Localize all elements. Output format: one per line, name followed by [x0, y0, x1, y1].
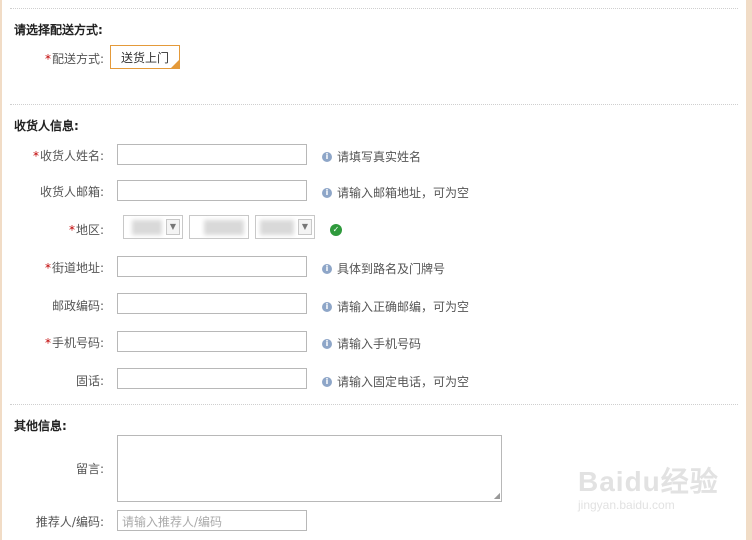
- district-select[interactable]: ▼: [255, 215, 315, 239]
- region-label: *地区:: [68, 223, 104, 237]
- mobile-hint: i 请输入手机号码: [322, 335, 421, 352]
- referrer-input[interactable]: 请输入推荐人/编码: [117, 510, 307, 531]
- divider: [10, 104, 738, 105]
- obscured-value: [204, 220, 244, 235]
- divider: [10, 8, 738, 9]
- info-icon: i: [322, 376, 332, 387]
- postcode-hint: i 请输入正确邮编，可为空: [322, 298, 469, 315]
- page-frame-right: [746, 0, 752, 540]
- obscured-value: [132, 220, 162, 235]
- selected-corner-icon: [171, 60, 179, 68]
- referrer-label: 推荐人/编码:: [35, 515, 104, 529]
- shipping-section-title: 请选择配送方式:: [14, 23, 103, 37]
- postcode-input[interactable]: [117, 293, 307, 314]
- info-icon: i: [322, 338, 332, 349]
- shipping-method-label: *配送方式:: [44, 52, 104, 66]
- phone-hint: i 请输入固定电话，可为空: [322, 373, 469, 390]
- city-select[interactable]: [189, 215, 249, 239]
- receiver-email-input[interactable]: [117, 180, 307, 201]
- info-icon: i: [322, 151, 332, 162]
- watermark-brand: Baidu经验: [578, 466, 719, 497]
- receiver-name-input[interactable]: [117, 144, 307, 165]
- other-section-title: 其他信息:: [14, 419, 67, 433]
- province-select[interactable]: ▼: [123, 215, 183, 239]
- chevron-down-icon: ▼: [166, 219, 180, 235]
- mobile-input[interactable]: [117, 331, 307, 352]
- receiver-email-label: 收货人邮箱:: [39, 185, 104, 199]
- message-label: 留言:: [75, 462, 104, 476]
- postcode-label: 邮政编码:: [51, 299, 104, 313]
- receiver-section-title: 收货人信息:: [14, 119, 79, 133]
- shipping-option-label: 送货上门: [120, 51, 169, 65]
- watermark-url: jingyan.baidu.com: [578, 498, 675, 512]
- message-textarea[interactable]: ◢: [117, 435, 502, 502]
- check-icon: ✓: [330, 224, 342, 236]
- required-mark: *: [44, 52, 51, 66]
- required-mark: *: [68, 223, 75, 237]
- info-icon: i: [322, 187, 332, 198]
- required-mark: *: [44, 261, 51, 275]
- street-input[interactable]: [117, 256, 307, 277]
- required-mark: *: [44, 336, 51, 350]
- phone-input[interactable]: [117, 368, 307, 389]
- required-mark: *: [32, 149, 39, 163]
- street-label: *街道地址:: [44, 261, 104, 275]
- receiver-email-hint: i 请输入邮箱地址，可为空: [322, 184, 469, 201]
- divider: [10, 404, 738, 405]
- receiver-name-hint: i 请填写真实姓名: [322, 148, 421, 165]
- info-icon: i: [322, 301, 332, 312]
- chevron-down-icon: ▼: [298, 219, 312, 235]
- phone-label: 固话:: [75, 374, 104, 388]
- referrer-placeholder: 请输入推荐人/编码: [122, 515, 223, 529]
- receiver-name-label: *收货人姓名:: [32, 149, 104, 163]
- street-hint: i 具体到路名及门牌号: [322, 260, 445, 277]
- resize-handle-icon[interactable]: ◢: [494, 492, 500, 500]
- info-icon: i: [322, 263, 332, 274]
- obscured-value: [260, 220, 294, 235]
- shipping-option-door-delivery[interactable]: 送货上门: [110, 45, 180, 69]
- watermark-logo: Baidu经验 jingyan.baidu.com: [578, 460, 719, 512]
- mobile-label: *手机号码:: [44, 336, 104, 350]
